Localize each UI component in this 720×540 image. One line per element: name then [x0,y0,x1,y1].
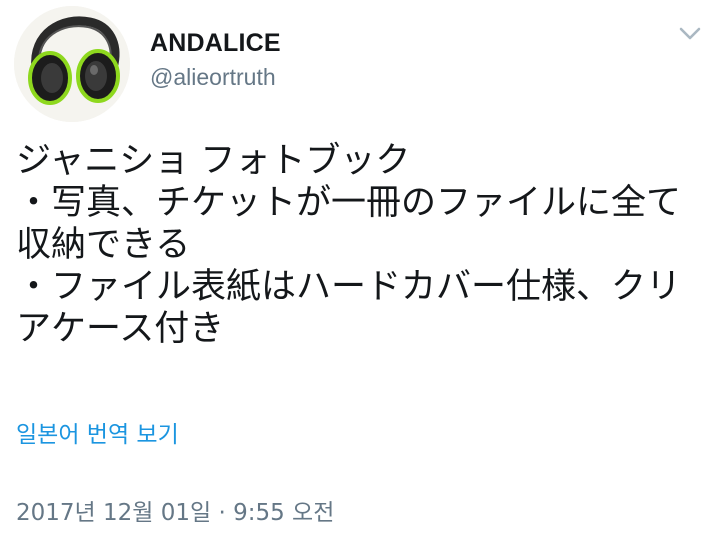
translate-tweet-link[interactable]: 일본어 번역 보기 [16,420,179,450]
author-display-name[interactable]: ANDALICE [150,28,281,58]
tweet-text: ジャニショ フォトブック ・写真、チケットが一冊のファイルに全て 収納できる ・… [16,140,706,350]
tweet-text-line: ・写真、チケットが一冊のファイルに全て [16,183,682,223]
tweet-text-line: ジャニショ フォトブック [16,141,411,181]
author-handle[interactable]: @alieortruth [150,63,276,91]
chevron-down-icon [679,27,701,40]
tweet: ANDALICE @alieortruth ジャニショ フォトブック ・写真、チ… [0,0,720,540]
tweet-text-line: ・ファイル表紙はハードカバー仕様、クリ [16,267,682,307]
headphones-avatar-icon [14,6,130,122]
tweet-text-line: アケース付き [16,309,225,349]
tweet-menu-button[interactable] [672,20,708,48]
avatar[interactable] [14,6,130,122]
tweet-text-line: 収納できる [16,225,191,265]
tweet-timestamp[interactable]: 2017년 12월 01일 · 9:55 오전 [16,498,334,528]
